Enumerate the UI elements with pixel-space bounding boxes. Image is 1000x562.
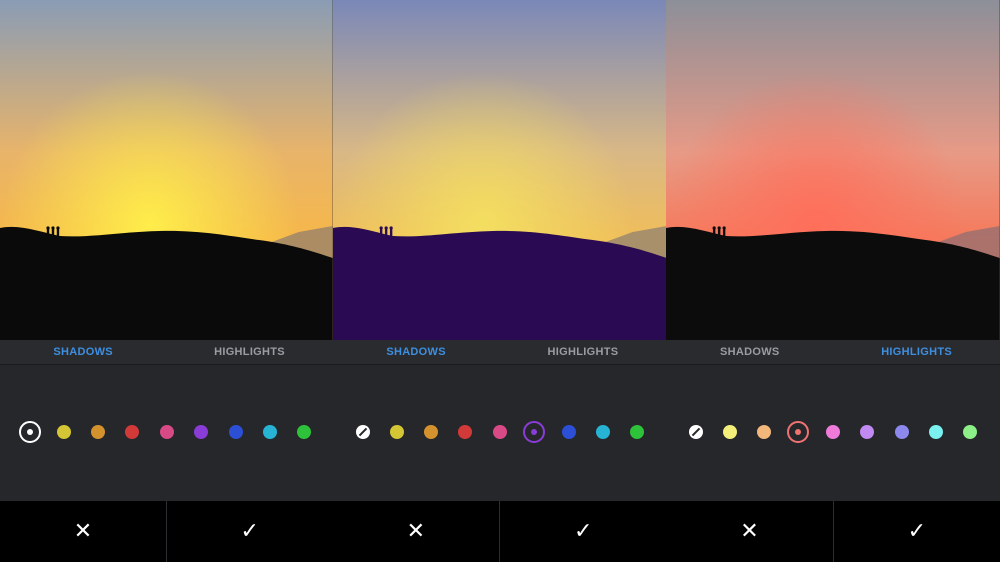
people-silhouettes (46, 226, 60, 238)
cancel-button[interactable]: ✕ (0, 501, 166, 562)
tab-shadows[interactable]: SHADOWS (333, 340, 500, 364)
swatch-red[interactable] (457, 425, 472, 439)
swatch-blue[interactable] (561, 425, 576, 439)
sunset-photo (666, 0, 1000, 340)
tab-shadows[interactable]: SHADOWS (666, 340, 833, 364)
action-bar: ✕ ✓ (666, 501, 1000, 562)
swatch-yellow[interactable] (723, 425, 738, 439)
swatch-purple[interactable] (860, 425, 875, 439)
swatch-green[interactable] (629, 425, 644, 439)
action-bar: ✕ ✓ (332, 501, 667, 562)
selected-indicator (27, 429, 33, 435)
swatch-none[interactable] (355, 425, 370, 439)
action-bar: ✕ ✓ (0, 501, 333, 562)
cancel-button[interactable]: ✕ (333, 501, 499, 562)
selected-indicator (530, 429, 537, 435)
swatch-red[interactable] (125, 425, 139, 439)
tone-tabs: SHADOWS HIGHLIGHTS (332, 340, 667, 365)
swatch-yellow[interactable] (57, 425, 71, 439)
swatch-green[interactable] (297, 425, 311, 439)
swatch-purple-selected[interactable] (522, 421, 545, 443)
swatch-purple[interactable] (194, 425, 208, 439)
tone-tabs: SHADOWS HIGHLIGHTS (0, 340, 333, 365)
swatch-orange[interactable] (423, 425, 438, 439)
photo-preview (666, 0, 1000, 340)
confirm-button[interactable]: ✓ (832, 501, 1000, 562)
tab-highlights[interactable]: HIGHLIGHTS (500, 340, 667, 364)
swatch-cyan[interactable] (929, 425, 944, 439)
swatch-pink[interactable] (492, 425, 507, 439)
screens-row: SHADOWS HIGHLIGHTS ✕ ✓ SHADOWS HIGHLIGHTS ✕ ✓ (0, 0, 1000, 562)
swatch-blue[interactable] (229, 425, 243, 439)
swatch-pink[interactable] (160, 425, 174, 439)
tab-shadows[interactable]: SHADOWS (0, 340, 166, 364)
swatch-green[interactable] (963, 425, 978, 439)
color-swatch-row (666, 365, 1000, 501)
tone-tabs: SHADOWS HIGHLIGHTS (666, 340, 1000, 365)
swatch-cyan[interactable] (595, 425, 610, 439)
photo-preview (332, 0, 667, 340)
selected-indicator (795, 429, 802, 435)
swatch-pink[interactable] (826, 425, 841, 439)
color-swatch-row (332, 365, 667, 501)
sunset-photo (0, 0, 333, 340)
cancel-button[interactable]: ✕ (666, 501, 832, 562)
swatch-orange[interactable] (757, 425, 772, 439)
people-silhouettes (379, 226, 393, 238)
swatch-none-selected[interactable] (19, 421, 41, 443)
sunset-photo (332, 0, 667, 340)
color-tool-screen-1: SHADOWS HIGHLIGHTS ✕ ✓ (0, 0, 333, 562)
color-tool-screen-3: SHADOWS HIGHLIGHTS ✕ ✓ (666, 0, 1000, 562)
swatch-blue[interactable] (895, 425, 910, 439)
photo-preview (0, 0, 333, 340)
confirm-button[interactable]: ✓ (165, 501, 333, 562)
swatch-cyan[interactable] (263, 425, 277, 439)
people-silhouettes (712, 226, 727, 238)
swatch-yellow[interactable] (389, 425, 404, 439)
tab-highlights[interactable]: HIGHLIGHTS (833, 340, 1000, 364)
swatch-red-selected[interactable] (787, 421, 810, 443)
color-tool-screen-2: SHADOWS HIGHLIGHTS ✕ ✓ (332, 0, 667, 562)
tab-highlights[interactable]: HIGHLIGHTS (166, 340, 332, 364)
swatch-none[interactable] (689, 425, 704, 439)
swatch-orange[interactable] (91, 425, 105, 439)
confirm-button[interactable]: ✓ (499, 501, 666, 562)
color-swatch-row (0, 365, 333, 501)
